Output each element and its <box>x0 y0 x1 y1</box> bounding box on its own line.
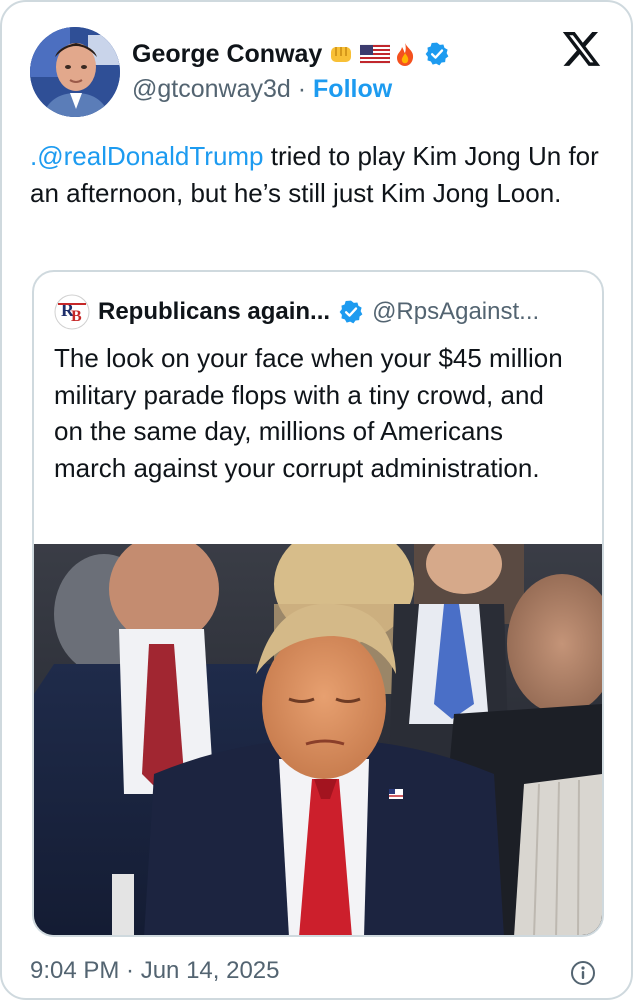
author-name[interactable]: George Conway <box>132 40 322 69</box>
tweet-text: .@realDonaldTrump tried to play Kim Jong… <box>30 138 610 212</box>
author-handle[interactable]: @gtconway3d <box>132 75 291 103</box>
oncoming-fist-icon <box>328 41 354 67</box>
republicans-against-avatar-icon[interactable]: R B <box>54 294 90 330</box>
us-flag-icon <box>360 41 391 67</box>
author-avatar[interactable] <box>30 27 120 117</box>
quoted-author-name[interactable]: Republicans again... <box>98 298 330 326</box>
quoted-header: R B Republicans again... @RpsAgainst... <box>54 294 539 330</box>
x-logo-icon[interactable] <box>562 32 602 70</box>
quoted-photo[interactable] <box>34 544 602 935</box>
quoted-text: The look on your face when your $45 mill… <box>54 343 563 483</box>
author-handle-row: @gtconway3d · Follow <box>132 75 392 104</box>
quoted-author-handle[interactable]: @RpsAgainst... <box>372 298 539 326</box>
quoted-tweet[interactable]: R B Republicans again... @RpsAgainst... … <box>32 270 604 937</box>
follow-button[interactable]: Follow <box>313 75 392 103</box>
info-icon[interactable] <box>570 960 596 986</box>
author-name-row: George Conway <box>132 36 450 72</box>
svg-text:B: B <box>71 308 82 325</box>
verified-badge-icon <box>424 41 450 67</box>
tweet-timestamp[interactable]: 9:04 PM · Jun 14, 2025 <box>30 957 280 985</box>
handle-separator: · <box>290 75 314 103</box>
mention-link[interactable]: .@realDonaldTrump <box>30 141 264 171</box>
fire-icon <box>392 41 418 67</box>
tweet-card: George Conway @gtconway3d · Follow .@rea… <box>0 0 633 1000</box>
quoted-verified-badge-icon <box>338 299 364 325</box>
